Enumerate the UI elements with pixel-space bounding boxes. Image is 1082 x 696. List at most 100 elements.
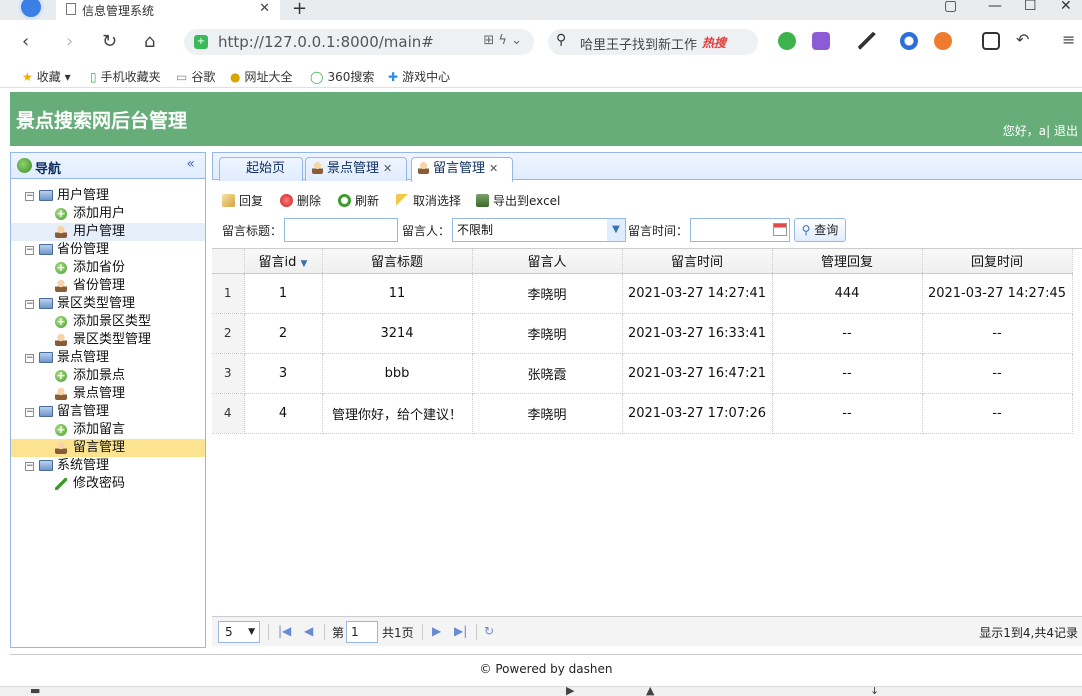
close-window-icon[interactable]: ✕ [1060,0,1072,14]
prev-page-icon[interactable]: ◀ [304,624,313,638]
table-row[interactable]: 3 3 bbb 张晓霞 2021-03-27 16:47:21 -- -- [212,353,1073,394]
table-row[interactable]: 4 4 管理你好，给个建议！ 李晓明 2021-03-27 17:07:26 -… [212,393,1073,434]
browser-tab[interactable]: 信息管理系统 ✕ [56,0,280,20]
reload-icon[interactable]: ↻ [102,31,117,52]
tree-group-users[interactable]: − 用户管理 [11,187,205,205]
collapse-toggle-icon[interactable]: − [25,192,34,201]
close-tab-icon[interactable]: ✕ [259,1,270,16]
menu-icon[interactable]: ≡ [1062,30,1075,49]
add-icon: + [55,423,67,436]
navigation-sidebar: 导航 « − 用户管理 + 添加用户 用户管理 − 省份管理 + 添加省份 省份管理 −… [10,152,206,648]
column-header-person[interactable]: 留言人 [472,249,623,274]
browser-search-box[interactable]: ⚲ 哈里王子找到新工作 热搜 [548,29,758,55]
taskbar-download-icon[interactable]: ↓ [870,687,879,696]
next-page-icon[interactable]: ▶ [432,624,441,638]
query-button[interactable]: ⚲ 查询 [794,218,846,242]
sidebar-item-province-manage[interactable]: 省份管理 [11,277,205,295]
address-bar-tools-icon[interactable]: ⊞ ϟ ⌄ [483,33,522,48]
tree-group-system[interactable]: − 系统管理 [11,457,205,475]
cell-reply-time: 2021-03-27 14:27:45 [922,273,1073,314]
close-tab-icon[interactable]: ✕ [383,162,392,175]
taskbar-video-icon[interactable]: ▶ [566,687,574,696]
refresh-button[interactable]: 刷新 [338,192,379,209]
sidebar-item-user-manage[interactable]: 用户管理 [11,223,205,241]
chat-icon[interactable] [778,32,796,50]
sort-desc-icon[interactable]: ▼ [301,259,308,269]
table-row[interactable]: 2 2 3214 李晓明 2021-03-27 16:33:41 -- -- [212,313,1073,354]
minimize-icon[interactable]: — [988,0,1002,14]
undo-icon[interactable]: ↶ [1016,30,1029,49]
sidebar-item-add-user[interactable]: + 添加用户 [11,205,205,223]
collapse-toggle-icon[interactable]: − [25,354,34,363]
bookmark-hao[interactable]: ● 网址大全 [230,68,293,85]
taskbar-news-icon[interactable]: ▬ [30,687,40,696]
page-size-select[interactable]: 5 ▼ [218,621,260,643]
scissors-icon[interactable] [858,32,876,50]
tab-home[interactable]: 起始页 [219,157,303,181]
tab-message-manage[interactable]: 留言管理 ✕ [411,157,513,182]
calendar-icon[interactable] [773,223,787,236]
game-icon[interactable] [934,32,952,50]
column-header-title[interactable]: 留言标题 [322,249,473,274]
bookmark-360[interactable]: ◯ 360搜索 [310,68,374,85]
column-header-time[interactable]: 留言时间 [622,249,773,274]
person-filter-select[interactable]: 不限制 ▼ [452,218,626,242]
apps-grid-icon[interactable] [982,32,1000,50]
sidebar-item-message-manage[interactable]: 留言管理 [11,439,205,457]
add-icon: + [55,207,67,220]
close-tab-icon[interactable]: ✕ [489,162,498,175]
reply-button[interactable]: 回复 [222,192,263,209]
title-filter-input[interactable] [284,218,398,242]
table-row[interactable]: 1 1 11 李晓明 2021-03-27 14:27:41 444 2021-… [212,273,1073,314]
cell-id: 1 [244,273,323,314]
export-excel-button[interactable]: 导出到excel [476,192,560,209]
column-header-reply[interactable]: 管理回复 [772,249,923,274]
column-header-reply-time[interactable]: 回复时间 [922,249,1073,274]
column-header-id[interactable]: 留言id ▼ [244,249,323,274]
forward-icon[interactable]: › [66,31,73,52]
delete-button[interactable]: 删除 [280,192,321,209]
page-icon: ▭ [176,70,188,84]
tree-group-scenic-type[interactable]: − 景区类型管理 [11,295,205,313]
tab-spot-manage[interactable]: 景点管理 ✕ [305,157,407,181]
tree-group-message[interactable]: − 留言管理 [11,403,205,421]
maximize-icon[interactable]: ☐ [1024,0,1037,14]
back-icon[interactable]: ‹ [22,31,29,52]
sidebar-item-add-scenic-type[interactable]: + 添加景区类型 [11,313,205,331]
collapse-toggle-icon[interactable]: − [25,300,34,309]
logout-link[interactable]: 退出 [1054,124,1078,138]
collapse-toggle-icon[interactable]: − [25,246,34,255]
sidebar-item-add-province[interactable]: + 添加省份 [11,259,205,277]
new-tab-icon[interactable]: + [292,0,307,19]
sidebar-item-change-password[interactable]: 修改密码 [11,475,205,493]
sidebar-item-scenic-type-manage[interactable]: 景区类型管理 [11,331,205,349]
reload-grid-icon[interactable]: ↻ [484,624,494,638]
tab-list-icon[interactable]: ▢ [944,0,957,14]
zoom-icon[interactable] [900,32,918,50]
tree-group-spot[interactable]: − 景点管理 [11,349,205,367]
unselect-button[interactable]: 取消选择 [396,192,461,209]
tree-group-province[interactable]: − 省份管理 [11,241,205,259]
collapse-toggle-icon[interactable]: − [25,408,34,417]
first-page-icon[interactable]: |◀ [278,624,291,638]
last-page-icon[interactable]: ▶| [454,624,467,638]
collapse-sidebar-icon[interactable]: « [186,156,195,172]
sidebar-item-spot-manage[interactable]: 景点管理 [11,385,205,403]
sidebar-item-add-spot[interactable]: + 添加景点 [11,367,205,385]
bookmark-mobile[interactable]: ▯ 手机收藏夹 [90,68,161,85]
time-filter-input[interactable] [690,218,790,242]
bookmark-favorites[interactable]: ★ 收藏 ▾ [22,68,71,85]
page-number-input[interactable]: 1 [346,621,378,643]
browser-logo-icon[interactable] [18,0,44,20]
chevron-down-icon[interactable]: ▼ [607,219,625,241]
chevron-down-icon[interactable]: ▼ [248,622,255,642]
sidebar-item-add-message[interactable]: + 添加留言 [11,421,205,439]
bookmark-google[interactable]: ▭ 谷歌 [176,68,215,85]
taskbar-speed-icon[interactable]: ▲ [646,687,654,696]
divider [422,624,423,640]
translate-icon[interactable] [812,32,830,50]
address-bar[interactable]: + http://127.0.0.1:8000/main# ⊞ ϟ ⌄ [184,29,534,55]
home-icon[interactable]: ⌂ [144,31,155,52]
collapse-toggle-icon[interactable]: − [25,462,34,471]
bookmark-games[interactable]: ✚ 游戏中心 [388,68,450,85]
